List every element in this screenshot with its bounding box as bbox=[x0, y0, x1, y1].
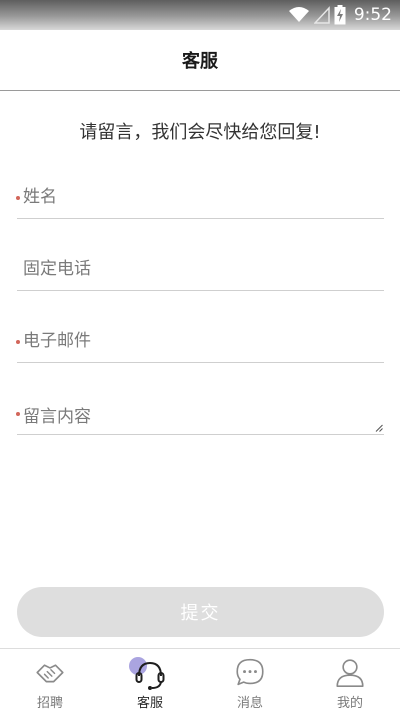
status-bar: 9:52 bbox=[0, 0, 400, 30]
battery-charging-icon bbox=[334, 5, 346, 25]
name-input[interactable] bbox=[23, 178, 378, 216]
phone-input[interactable] bbox=[23, 250, 378, 288]
required-marker bbox=[16, 412, 20, 416]
name-field bbox=[16, 178, 384, 219]
message-textarea[interactable] bbox=[23, 394, 378, 432]
tab-recruitment[interactable]: 招聘 bbox=[0, 649, 100, 711]
required-marker bbox=[16, 340, 20, 344]
required-marker bbox=[16, 196, 20, 200]
signal-icon bbox=[313, 6, 330, 24]
page-title: 客服 bbox=[182, 51, 218, 72]
intro-text: 请留言，我们会尽快给您回复! bbox=[79, 122, 321, 143]
email-field bbox=[16, 322, 384, 363]
chat-bubble-icon bbox=[236, 658, 264, 686]
headset-icon bbox=[135, 661, 165, 690]
tab-messages[interactable]: 消息 bbox=[200, 649, 300, 711]
tab-profile[interactable]: 我的 bbox=[300, 649, 400, 711]
phone-field bbox=[17, 250, 384, 291]
status-time: 9:52 bbox=[353, 5, 392, 25]
user-icon bbox=[336, 659, 364, 687]
wifi-icon bbox=[288, 7, 309, 22]
tab-label: 客服 bbox=[136, 696, 163, 711]
status-icons: 9:52 bbox=[288, 4, 392, 26]
email-input[interactable] bbox=[23, 322, 378, 360]
submit-button[interactable]: 提交 bbox=[17, 587, 384, 637]
tab-label: 消息 bbox=[236, 696, 263, 711]
resize-grip-icon[interactable] bbox=[375, 424, 383, 432]
tab-label: 我的 bbox=[336, 696, 363, 711]
page-header: 客服 bbox=[0, 30, 400, 91]
message-field bbox=[16, 394, 384, 435]
tab-label: 招聘 bbox=[36, 696, 63, 711]
headset-icon-wrapper bbox=[129, 657, 167, 690]
tab-customer-service[interactable]: 客服 bbox=[100, 649, 200, 711]
bottom-tab-bar: 招聘 客服 消息 我的 bbox=[0, 648, 400, 711]
handshake-icon bbox=[36, 664, 64, 683]
